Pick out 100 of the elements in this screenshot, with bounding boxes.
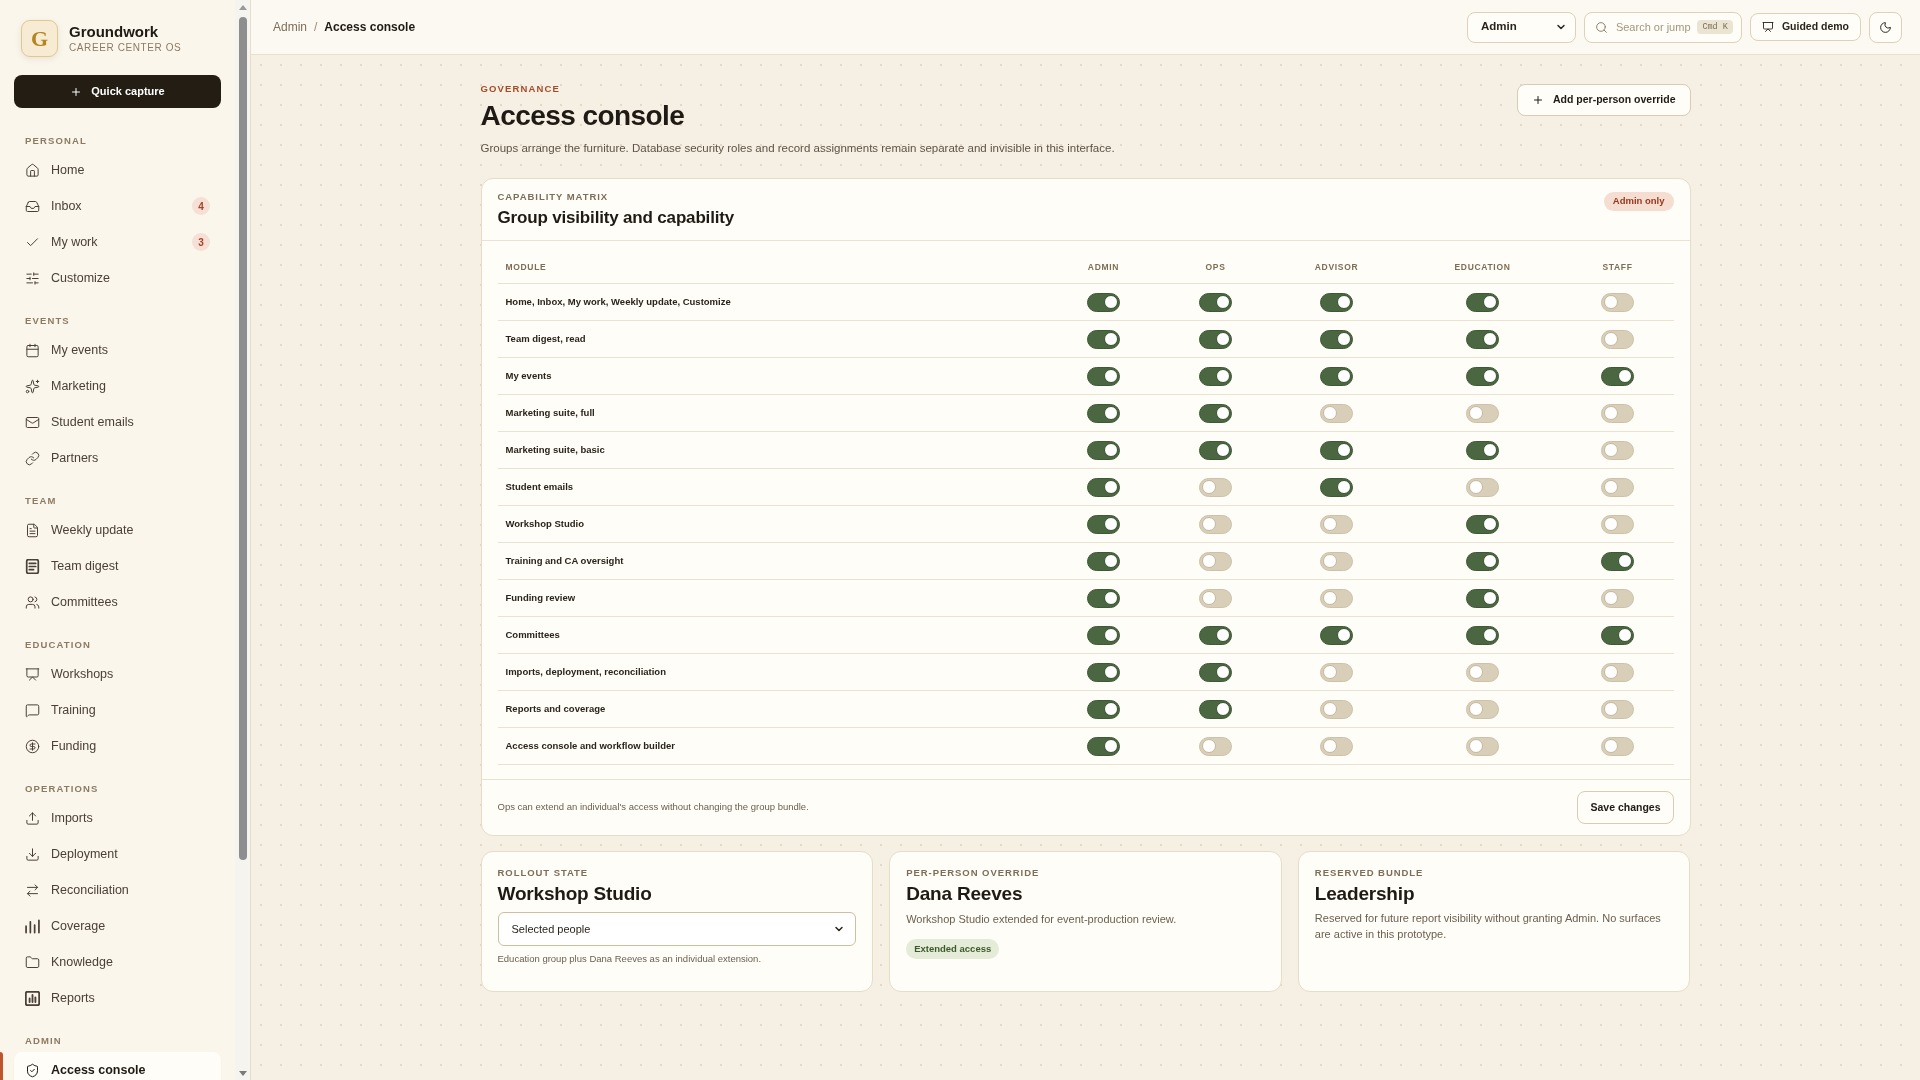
chart-report-icon <box>25 990 40 1006</box>
toggle-switch[interactable] <box>1466 477 1499 497</box>
toggle-switch[interactable] <box>1087 662 1120 682</box>
save-changes-button[interactable]: Save changes <box>1577 791 1674 824</box>
scroll-up-arrow-icon[interactable] <box>238 5 247 10</box>
toggle-switch[interactable] <box>1087 625 1120 645</box>
toggle-switch[interactable] <box>1087 551 1120 571</box>
sidebar-item[interactable]: Deployment <box>14 836 221 872</box>
toggle-switch[interactable] <box>1320 551 1353 571</box>
toggle-switch[interactable] <box>1199 514 1232 534</box>
toggle-switch[interactable] <box>1601 625 1634 645</box>
toggle-switch[interactable] <box>1199 662 1232 682</box>
toggle-switch[interactable] <box>1087 403 1120 423</box>
toggle-switch[interactable] <box>1320 292 1353 312</box>
toggle-switch[interactable] <box>1199 440 1232 460</box>
toggle-switch[interactable] <box>1320 699 1353 719</box>
toggle-switch[interactable] <box>1087 736 1120 756</box>
sidebar-item[interactable]: Training <box>14 692 221 728</box>
toggle-switch[interactable] <box>1466 292 1499 312</box>
sidebar-item[interactable]: Coverage <box>14 908 221 944</box>
toggle-switch[interactable] <box>1601 292 1634 312</box>
toggle-switch[interactable] <box>1601 329 1634 349</box>
add-override-button[interactable]: Add per-person override <box>1516 84 1691 116</box>
sidebar-item[interactable]: Student emails <box>14 404 221 440</box>
sidebar-item[interactable]: Weekly update <box>14 512 221 548</box>
toggle-switch[interactable] <box>1199 588 1232 608</box>
toggle-switch[interactable] <box>1087 292 1120 312</box>
scrollbar-thumb[interactable] <box>238 17 247 860</box>
toggle-switch[interactable] <box>1320 366 1353 386</box>
toggle-switch[interactable] <box>1087 477 1120 497</box>
toggle-switch[interactable] <box>1466 440 1499 460</box>
toggle-switch[interactable] <box>1320 625 1353 645</box>
toggle-switch[interactable] <box>1466 551 1499 571</box>
toggle-switch[interactable] <box>1087 440 1120 460</box>
toggle-switch[interactable] <box>1087 329 1120 349</box>
toggle-switch[interactable] <box>1199 699 1232 719</box>
toggle-switch[interactable] <box>1601 588 1634 608</box>
theme-toggle-button[interactable] <box>1869 11 1902 43</box>
toggle-switch[interactable] <box>1320 736 1353 756</box>
role-select[interactable]: Admin <box>1466 11 1576 43</box>
toggle-switch[interactable] <box>1087 366 1120 386</box>
toggle-switch[interactable] <box>1320 440 1353 460</box>
guided-demo-button[interactable]: Guided demo <box>1749 13 1861 41</box>
quick-capture-button[interactable]: Quick capture <box>14 75 221 108</box>
toggle-switch[interactable] <box>1601 366 1634 386</box>
toggle-switch[interactable] <box>1320 477 1353 497</box>
toggle-switch[interactable] <box>1466 514 1499 534</box>
toggle-switch[interactable] <box>1199 477 1232 497</box>
toggle-switch[interactable] <box>1466 625 1499 645</box>
toggle-switch[interactable] <box>1320 329 1353 349</box>
toggle-switch[interactable] <box>1199 403 1232 423</box>
toggle-switch[interactable] <box>1087 588 1120 608</box>
toggle-switch[interactable] <box>1199 329 1232 349</box>
sidebar-item[interactable]: Funding <box>14 728 221 764</box>
scrollbar[interactable] <box>235 0 250 1080</box>
sidebar-item[interactable]: Home <box>14 152 221 188</box>
toggle-switch[interactable] <box>1601 440 1634 460</box>
toggle-switch[interactable] <box>1601 477 1634 497</box>
toggle-switch[interactable] <box>1601 514 1634 534</box>
sidebar-item[interactable]: Team digest <box>14 548 221 584</box>
sidebar-item[interactable]: Committees <box>14 584 221 620</box>
toggle-switch[interactable] <box>1601 699 1634 719</box>
sidebar-item[interactable]: Knowledge <box>14 944 221 980</box>
sidebar-item[interactable]: Marketing <box>14 368 221 404</box>
toggle-switch[interactable] <box>1601 403 1634 423</box>
sidebar-item[interactable]: Inbox 4 <box>14 188 221 224</box>
toggle-switch[interactable] <box>1320 403 1353 423</box>
toggle-switch[interactable] <box>1466 662 1499 682</box>
breadcrumb-link[interactable]: Admin <box>273 18 307 36</box>
sidebar-item[interactable]: Reports <box>14 980 221 1016</box>
sidebar-item[interactable]: My events <box>14 332 221 368</box>
toggle-switch[interactable] <box>1087 699 1120 719</box>
toggle-switch[interactable] <box>1199 292 1232 312</box>
toggle-switch[interactable] <box>1087 514 1120 534</box>
toggle-switch[interactable] <box>1199 551 1232 571</box>
toggle-switch[interactable] <box>1466 366 1499 386</box>
toggle-switch[interactable] <box>1601 662 1634 682</box>
people-select[interactable]: Selected people <box>497 912 857 946</box>
toggle-switch[interactable] <box>1466 403 1499 423</box>
toggle-switch[interactable] <box>1466 329 1499 349</box>
toggle-switch[interactable] <box>1199 366 1232 386</box>
scroll-down-arrow-icon[interactable] <box>238 1071 247 1076</box>
toggle-switch[interactable] <box>1466 736 1499 756</box>
sidebar-item[interactable]: My work 3 <box>14 224 221 260</box>
toggle-switch[interactable] <box>1199 625 1232 645</box>
toggle-switch[interactable] <box>1320 662 1353 682</box>
sidebar-item[interactable]: Workshops <box>14 656 221 692</box>
list-document-icon <box>25 558 40 574</box>
toggle-switch[interactable] <box>1320 588 1353 608</box>
toggle-switch[interactable] <box>1320 514 1353 534</box>
toggle-switch[interactable] <box>1199 736 1232 756</box>
toggle-switch[interactable] <box>1466 588 1499 608</box>
toggle-switch[interactable] <box>1466 699 1499 719</box>
sidebar-item[interactable]: Partners <box>14 440 221 476</box>
sidebar-item[interactable]: Customize <box>14 260 221 296</box>
sidebar-item[interactable]: Imports <box>14 800 221 836</box>
toggle-switch[interactable] <box>1601 551 1634 571</box>
toggle-switch[interactable] <box>1601 736 1634 756</box>
section-label: PERSONAL <box>25 134 87 148</box>
sidebar-item[interactable]: Reconciliation <box>14 872 221 908</box>
